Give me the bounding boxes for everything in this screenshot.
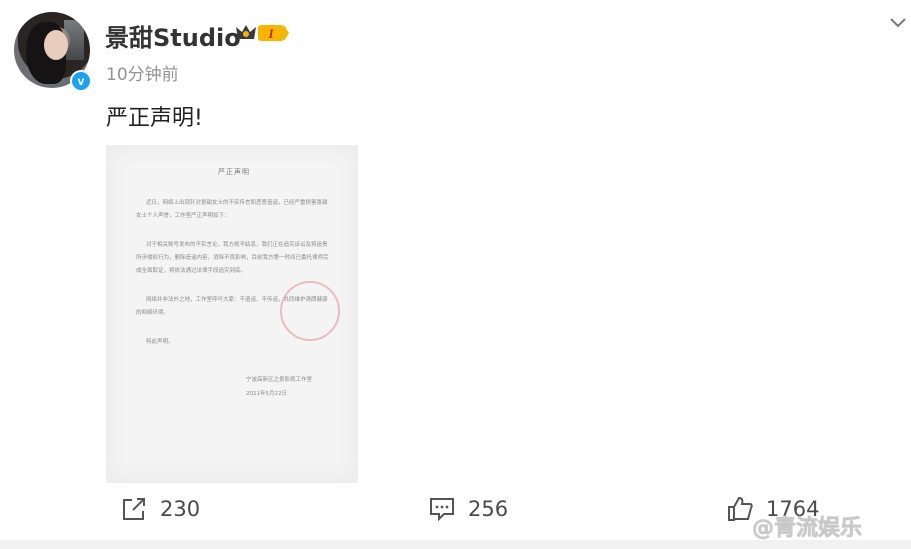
member-badge-icon: I <box>236 25 289 41</box>
statement-paragraph: 对于相关账号发布的不实言论，我方绝不姑息，我们正在追究诉讼及将追责所涉侵权行为，… <box>136 242 329 274</box>
repost-icon <box>123 498 145 520</box>
watermark: @青流娱乐 <box>752 516 863 541</box>
badge-level: I <box>267 26 274 41</box>
bottom-divider <box>0 540 911 549</box>
post-time: 10分钟前 <box>106 65 179 85</box>
username[interactable]: 景甜Studio <box>105 18 241 53</box>
statement-signature: 宁波高新区之景影视工作室 2021年5月22日 <box>246 373 312 401</box>
statement-image[interactable]: 严正声明 近日，网络上出现针对景甜女士的不实传言和恶意造谣，已经严重损害景甜女士… <box>106 145 358 483</box>
post-text: 严正声明! <box>106 106 203 131</box>
thumbs-up-icon <box>728 496 753 521</box>
repost-button[interactable]: 230 <box>120 495 200 523</box>
official-seal <box>280 281 340 341</box>
comment-icon <box>430 498 454 522</box>
statement-title: 严正声明 <box>218 168 250 176</box>
signature-name: 宁波高新区之景影视工作室 <box>246 377 313 383</box>
chevron-down-icon[interactable] <box>889 16 907 30</box>
comment-button[interactable]: 256 <box>428 495 508 523</box>
signature-date: 2021年5月22日 <box>246 391 287 397</box>
repost-count: 230 <box>160 497 201 521</box>
comment-count: 256 <box>468 497 509 521</box>
avatar-face <box>44 30 68 60</box>
statement-paragraph: 近日，网络上出现针对景甜女士的不实传言和恶意造谣，已经严重损害景甜女士个人声誉，… <box>136 200 328 219</box>
verified-icon: v <box>70 70 92 92</box>
